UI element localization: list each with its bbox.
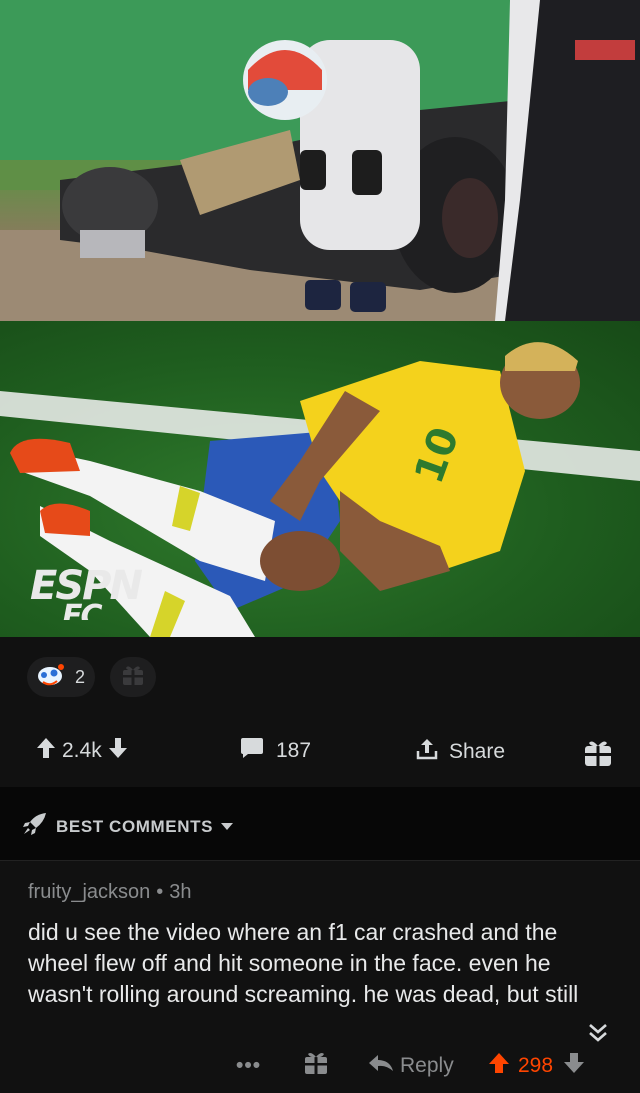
comment-actions: ••• Reply 298	[0, 1051, 640, 1091]
comment-count: 187	[276, 739, 312, 762]
comment-age: 3h	[169, 881, 192, 903]
comment-meta: fruity_jackson • 3h	[28, 881, 192, 904]
share-label: Share	[449, 740, 506, 763]
award-count: 2	[75, 666, 86, 687]
reply-label: Reply	[400, 1054, 454, 1077]
comment-score: 298	[518, 1054, 554, 1077]
more-options-button[interactable]: •••	[236, 1051, 261, 1081]
chevron-down-icon	[221, 823, 234, 830]
post-action-bar: 2.4k 187 Share	[0, 717, 640, 787]
reply-arrow-icon	[368, 1053, 394, 1079]
share-icon	[415, 737, 439, 767]
post-gift-button[interactable]	[584, 739, 612, 773]
comment-sort-bar: BEST COMMENTS	[0, 787, 640, 861]
rocket-icon	[22, 812, 48, 841]
comment: fruity_jackson • 3h did u see the video wh…	[0, 861, 640, 1093]
comment-body: did u see the video where an f1 car cras…	[28, 919, 579, 1007]
watermark-line1: ESPN	[30, 563, 143, 609]
comments-button[interactable]: 187	[240, 737, 311, 765]
espn-fc-watermark: ESPN FC	[30, 563, 143, 620]
meta-separator: •	[156, 881, 164, 903]
gift-icon	[122, 664, 144, 691]
downvote-arrow-icon[interactable]	[563, 1052, 585, 1080]
award-badge[interactable]: 2	[27, 657, 95, 697]
give-award-button[interactable]	[110, 657, 156, 697]
downvote-arrow-icon[interactable]	[108, 737, 128, 765]
comment-vote: 298	[488, 1051, 585, 1081]
upvote-arrow-icon[interactable]	[488, 1052, 510, 1080]
collapse-chevron-icon[interactable]	[586, 1021, 610, 1045]
f1-crash-scene	[0, 0, 640, 321]
post-image-top[interactable]	[0, 0, 640, 321]
award-icon	[35, 662, 65, 693]
comment-bubble-icon	[240, 737, 264, 765]
sort-label: BEST COMMENTS	[56, 816, 214, 836]
gift-icon	[584, 739, 612, 773]
awards-row: 2	[0, 637, 640, 717]
post-vote: 2.4k	[36, 737, 128, 765]
sort-dropdown[interactable]: BEST COMMENTS	[22, 812, 234, 841]
reply-button[interactable]: Reply	[368, 1051, 454, 1081]
upvote-count: 2.4k	[62, 739, 102, 762]
comment-gift-button[interactable]	[304, 1051, 328, 1081]
post-image-bottom[interactable]: 10 ESPN FC	[0, 321, 640, 637]
comment-author[interactable]: fruity_jackson	[28, 881, 150, 903]
gift-icon	[304, 1051, 328, 1081]
share-button[interactable]: Share	[415, 737, 505, 767]
upvote-arrow-icon[interactable]	[36, 737, 56, 765]
